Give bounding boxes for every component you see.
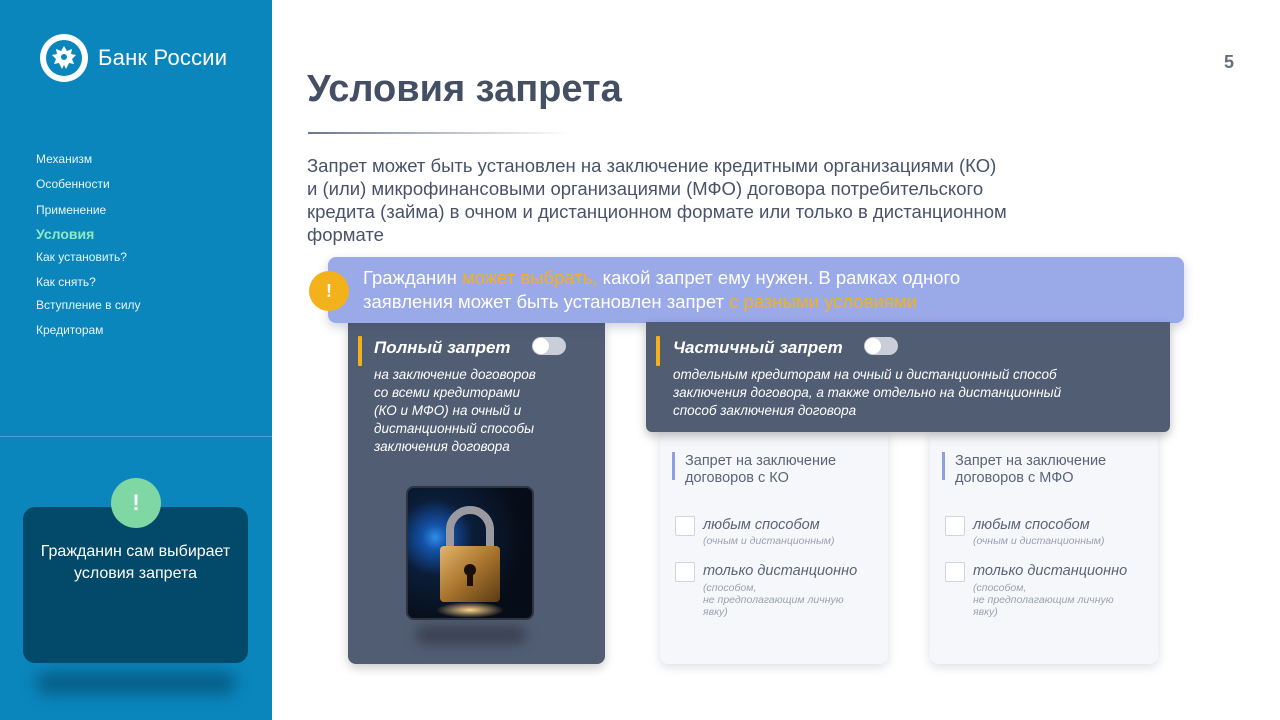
intro-line-4: формате — [307, 224, 384, 245]
full-ban-accent — [358, 336, 362, 366]
nav-item-how-to-set[interactable]: Как установить? — [36, 250, 141, 264]
ko-card-title: Запрет на заключение договоров с КО — [685, 453, 836, 487]
intro-line-3: кредита (займа) в очном и дистанционном … — [307, 201, 1007, 222]
nav-item-entry-into-force[interactable]: Вступление в силу — [36, 298, 141, 312]
ko-remote-note-3: явку) — [703, 606, 728, 618]
banner-part-2: какой запрет ему нужен. В рамках одного — [597, 267, 961, 288]
brand-name: Банк России — [98, 45, 228, 70]
title-underline — [308, 132, 570, 134]
mfo-remote-only-checkbox[interactable] — [945, 562, 965, 582]
mfo-title-line-1: Запрет на заключение — [955, 453, 1107, 469]
nav-item-application[interactable]: Применение — [36, 203, 141, 217]
info-banner: Гражданин может выбрать, какой запрет ем… — [328, 257, 1184, 323]
nav-item-how-to-remove[interactable]: Как снять? — [36, 275, 141, 289]
full-ban-desc-3: (КО и МФО) на очный и — [374, 403, 522, 418]
mfo-ban-card: Запрет на заключение договоров с МФО люб… — [930, 432, 1158, 664]
nav-item-creditors[interactable]: Кредиторам — [36, 323, 141, 337]
page-title: Условия запрета — [307, 68, 622, 110]
sidebar-callout-text: Гражданин сам выбирает условия запрета — [23, 541, 248, 585]
banner-text: Гражданин может выбрать, какой запрет ем… — [363, 266, 960, 314]
mfo-remote-only-note: (способом, не предполагающим личную явку… — [973, 582, 1114, 618]
ko-title-line-1: Запрет на заключение — [685, 453, 837, 469]
partial-ban-desc-3: способ заключения договора — [673, 403, 857, 418]
mfo-any-method-checkbox[interactable] — [945, 516, 965, 536]
intro-line-1: Запрет может быть установлен на заключен… — [307, 155, 997, 176]
partial-ban-description: отдельным кредиторам на очный и дистанци… — [673, 366, 1061, 420]
ko-remote-only-note: (способом, не предполагающим личную явку… — [703, 582, 844, 618]
nav-item-conditions[interactable]: Условия — [36, 226, 141, 242]
full-ban-title: Полный запрет — [374, 338, 511, 357]
ko-any-method-checkbox[interactable] — [675, 516, 695, 536]
banner-line-2: заявления может быть установлен запрет с… — [363, 290, 960, 314]
ko-remote-only-checkbox[interactable] — [675, 562, 695, 582]
ko-accent — [672, 452, 675, 480]
page-number: 5 — [1223, 52, 1234, 72]
ko-remote-note-2: не предполагающим личную — [703, 594, 844, 606]
full-ban-desc-5: заключения договора — [374, 439, 510, 454]
intro-line-2: и (или) микрофинансовыми организациями (… — [307, 178, 984, 199]
padlock-shadow — [416, 626, 526, 644]
banner-highlight-1: может выбрать, — [461, 267, 598, 288]
ko-any-method-label: любым способом — [703, 517, 820, 533]
ko-ban-card: Запрет на заключение договоров с КО любы… — [660, 432, 888, 664]
mfo-title-line-2: договоров с МФО — [955, 470, 1074, 486]
mfo-remote-note-1: (способом, — [973, 582, 1027, 594]
nav-item-mechanism[interactable]: Механизм — [36, 152, 141, 166]
section-nav: Механизм Особенности Применение Условия … — [36, 150, 141, 337]
partial-ban-accent — [656, 336, 660, 366]
mfo-remote-only-label: только дистанционно — [973, 563, 1128, 579]
full-ban-toggle[interactable] — [532, 337, 566, 355]
ko-title-line-2: договоров с КО — [685, 470, 789, 486]
exclamation-icon: ! — [309, 271, 349, 311]
full-ban-desc-1: на заключение договоров — [374, 367, 536, 382]
mfo-remote-note-2: не предполагающим личную — [973, 594, 1114, 606]
sidebar-divider — [0, 436, 272, 437]
intro-paragraph: Запрет может быть установлен на заключен… — [307, 154, 1137, 246]
exclamation-icon: ! — [111, 478, 161, 528]
partial-ban-desc-1: отдельным кредиторам на очный и дистанци… — [673, 367, 1057, 382]
ko-remote-only-label: только дистанционно — [703, 563, 858, 579]
mfo-card-title: Запрет на заключение договоров с МФО — [955, 453, 1106, 487]
banner-part-1: Гражданин — [363, 267, 462, 288]
brand-logo[interactable]: Банк России — [40, 34, 227, 82]
full-ban-desc-4: дистанционный способы — [374, 421, 535, 436]
partial-ban-toggle[interactable] — [864, 337, 898, 355]
partial-ban-title: Частичный запрет — [673, 338, 843, 357]
banner-part-3: заявления может быть установлен запрет — [363, 291, 730, 312]
mfo-any-method-note: (очным и дистанционным) — [973, 535, 1105, 547]
sidebar-callout-card: Гражданин сам выбирает условия запрета — [23, 507, 248, 663]
sidebar: Банк России Механизм Особенности Примене… — [0, 0, 272, 720]
callout-line-1: Гражданин сам выбирает — [40, 543, 231, 560]
full-ban-description: на заключение договоров со всеми кредито… — [374, 366, 536, 456]
ko-remote-note-1: (способом, — [703, 582, 757, 594]
callout-line-2: условия запрета — [74, 565, 197, 582]
callout-shadow — [36, 672, 236, 694]
mfo-remote-note-3: явку) — [973, 606, 998, 618]
eagle-emblem-icon — [40, 34, 88, 82]
banner-highlight-2: с разными условиями — [729, 291, 917, 312]
ko-any-method-note: (очным и дистанционным) — [703, 535, 835, 547]
partial-ban-card: Частичный запрет отдельным кредиторам на… — [646, 322, 1170, 432]
mfo-any-method-label: любым способом — [973, 517, 1090, 533]
mfo-accent — [942, 452, 945, 480]
full-ban-desc-2: со всеми кредиторами — [374, 385, 520, 400]
padlock-image — [406, 486, 534, 620]
banner-line-1: Гражданин может выбрать, какой запрет ем… — [363, 266, 960, 290]
partial-ban-desc-2: заключения договора, а также отдельно на… — [673, 385, 1062, 400]
nav-item-features[interactable]: Особенности — [36, 177, 141, 191]
